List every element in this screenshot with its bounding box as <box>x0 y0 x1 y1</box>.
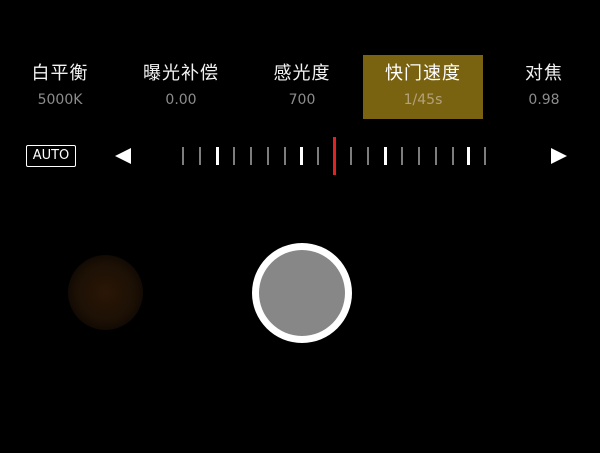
triangle-right-icon[interactable] <box>551 148 567 164</box>
slider-tick-major <box>384 147 387 165</box>
param-value: 0.98 <box>528 92 560 108</box>
slider-tick <box>350 147 352 165</box>
slider-tick <box>182 147 184 165</box>
slider-tick <box>267 147 269 165</box>
focus-point-indicator[interactable] <box>68 255 143 330</box>
slider-tick <box>435 147 437 165</box>
slider-tick <box>484 147 486 165</box>
slider-tick <box>418 147 420 165</box>
param-shutter-speed[interactable]: 快门速度 1/45s <box>363 55 483 119</box>
param-label: 快门速度 <box>385 63 461 84</box>
auto-button[interactable]: AUTO <box>26 145 76 167</box>
shutter-button[interactable] <box>252 243 352 343</box>
param-label: 白平衡 <box>31 63 89 84</box>
shutter-speed-slider[interactable] <box>170 134 500 178</box>
camera-parameter-bar: 白平衡 5000K 曝光补偿 0.00 感光度 700 快门速度 1/45s 对… <box>0 55 600 119</box>
param-label: 感光度 <box>273 63 331 84</box>
param-value: 5000K <box>37 92 83 108</box>
shutter-button-inner <box>259 250 345 336</box>
param-focus[interactable]: 对焦 0.98 <box>484 55 600 119</box>
param-exposure-compensation[interactable]: 曝光补偿 0.00 <box>121 55 241 119</box>
slider-tick <box>401 147 403 165</box>
param-iso[interactable]: 感光度 700 <box>242 55 362 119</box>
slider-tick <box>233 147 235 165</box>
param-white-balance[interactable]: 白平衡 5000K <box>0 55 120 119</box>
slider-tick <box>452 147 454 165</box>
slider-tick-major <box>467 147 470 165</box>
slider-tick <box>199 147 201 165</box>
param-label: 对焦 <box>525 63 563 84</box>
slider-tick <box>250 147 252 165</box>
slider-tick <box>317 147 319 165</box>
slider-tick-major <box>300 147 303 165</box>
param-value: 1/45s <box>403 92 443 108</box>
param-label: 曝光补偿 <box>143 63 219 84</box>
param-value: 0.00 <box>165 92 197 108</box>
triangle-left-icon[interactable] <box>115 148 131 164</box>
slider-indicator[interactable] <box>333 137 336 175</box>
slider-tick-major <box>216 147 219 165</box>
param-value: 700 <box>288 92 316 108</box>
slider-tick <box>284 147 286 165</box>
slider-tick <box>367 147 369 165</box>
